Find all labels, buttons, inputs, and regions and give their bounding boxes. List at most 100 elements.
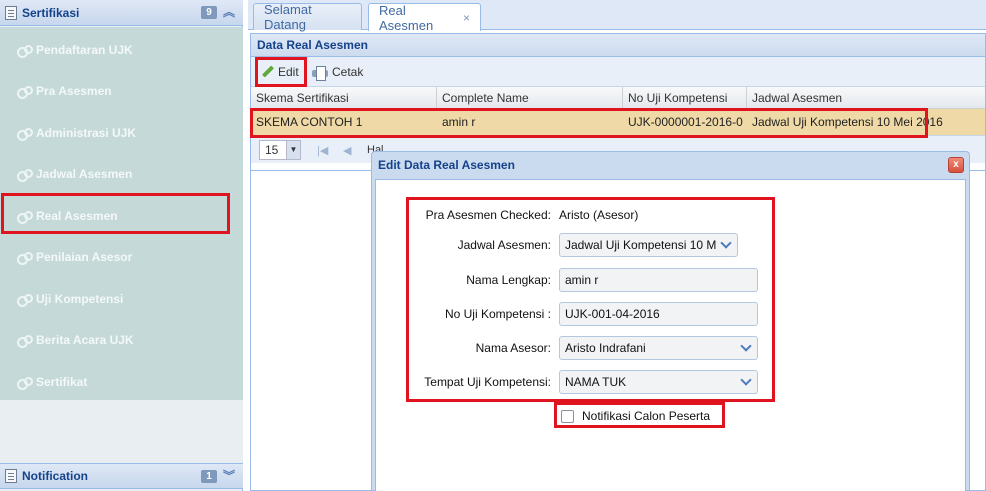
double-chevron-down-icon[interactable]: ︾ bbox=[223, 469, 235, 483]
table-cell: amin r bbox=[442, 115, 476, 129]
sidebar-item-label: Uji Kompetensi bbox=[36, 292, 124, 306]
notification-panel-header[interactable]: Notification 1 ︾ bbox=[0, 463, 243, 489]
nama-asesor-row: Nama Asesor: Aristo Indrafani bbox=[376, 336, 967, 360]
sidebar-item-administrasi-ujk[interactable]: Administrasi UJK bbox=[0, 114, 243, 152]
table-cell: Jadwal Uji Kompetensi 10 Mei 2016 bbox=[752, 115, 943, 129]
sertifikasi-panel-title: Sertifikasi bbox=[22, 5, 80, 20]
nama-lengkap-label: Nama Lengkap: bbox=[466, 273, 551, 287]
gear-icon bbox=[17, 85, 33, 99]
gear-icon bbox=[17, 376, 33, 390]
gear-icon bbox=[17, 44, 33, 58]
chevron-down-icon[interactable] bbox=[739, 374, 753, 388]
tab-bar: Selamat Datang Real Asesmen × bbox=[248, 0, 986, 33]
jadwal-asesmen-row: Jadwal Asesmen: Jadwal Uji Kompetensi 10… bbox=[376, 233, 967, 257]
gear-icon bbox=[17, 168, 33, 182]
no-uji-kompetensi-row: No Uji Kompetensi : UJK-001-04-2016 bbox=[376, 302, 967, 326]
column-header-skema[interactable]: Skema Sertifikasi bbox=[251, 87, 437, 109]
sidebar-item-pra-asesmen[interactable]: Pra Asesmen bbox=[0, 72, 243, 110]
nama-lengkap-row: Nama Lengkap: amin r bbox=[376, 268, 967, 292]
nama-asesor-label: Nama Asesor: bbox=[475, 341, 551, 355]
sidebar-item-jadwal-asesmen[interactable]: Jadwal Asesmen bbox=[0, 155, 243, 193]
sidebar-item-label: Pendaftaran UJK bbox=[36, 43, 133, 57]
grid-title: Data Real Asesmen bbox=[251, 34, 985, 57]
document-icon bbox=[5, 5, 17, 20]
table-cell: SKEMA CONTOH 1 bbox=[256, 115, 363, 129]
notification-panel-title: Notification bbox=[22, 469, 88, 483]
gear-icon bbox=[17, 210, 33, 224]
table-row[interactable]: SKEMA CONTOH 1 amin r UJK-0000001-2016-0… bbox=[251, 109, 985, 135]
previous-page-icon[interactable]: ◀ bbox=[343, 144, 351, 157]
sidebar-item-label: Berita Acara UJK bbox=[36, 333, 134, 347]
printer-icon bbox=[312, 65, 328, 81]
sidebar-item-penilaian-asesor[interactable]: Penilaian Asesor bbox=[0, 238, 243, 276]
no-uji-kompetensi-field[interactable]: UJK-001-04-2016 bbox=[559, 302, 758, 326]
tempat-uji-row: Tempat Uji Kompetensi: NAMA TUK bbox=[376, 370, 967, 394]
grid-toolbar: Edit Cetak bbox=[251, 57, 985, 87]
tab-real-asesmen[interactable]: Real Asesmen × bbox=[368, 2, 481, 33]
sidebar-item-label: Pra Asesmen bbox=[36, 84, 112, 98]
edit-button[interactable]: Edit bbox=[259, 61, 302, 83]
print-button[interactable]: Cetak bbox=[309, 61, 366, 83]
no-uji-kompetensi-label: No Uji Kompetensi : bbox=[444, 307, 551, 321]
sidebar-item-real-asesmen[interactable]: Real Asesmen bbox=[0, 197, 243, 235]
first-page-icon[interactable]: |◀ bbox=[317, 144, 328, 157]
sidebar-item-label: Administrasi UJK bbox=[36, 126, 137, 140]
dialog-title: Edit Data Real Asesmen bbox=[378, 158, 515, 172]
sidebar-item-sertifikat[interactable]: Sertifikat bbox=[0, 363, 243, 401]
jadwal-asesmen-select[interactable]: Jadwal Uji Kompetensi 10 M bbox=[559, 233, 738, 257]
gear-icon bbox=[17, 334, 33, 348]
jadwal-asesmen-value: Jadwal Uji Kompetensi 10 M bbox=[565, 238, 717, 252]
double-chevron-up-icon[interactable]: ︽ bbox=[223, 5, 235, 19]
sidebar-item-label: Real Asesmen bbox=[36, 209, 118, 223]
tempat-uji-value: NAMA TUK bbox=[565, 375, 627, 389]
page-size-select[interactable]: 15 ▼ bbox=[259, 140, 301, 160]
chevron-down-icon[interactable] bbox=[739, 340, 753, 354]
sertifikasi-count-badge: 9 bbox=[201, 6, 217, 19]
sertifikasi-menu: Pendaftaran UJK Pra Asesmen Administrasi… bbox=[0, 27, 243, 400]
dialog-body: Pra Asesmen Checked: Aristo (Asesor) Jad… bbox=[375, 179, 966, 491]
print-button-label: Cetak bbox=[332, 65, 364, 79]
column-header-no-uji[interactable]: No Uji Kompetensi bbox=[623, 87, 747, 109]
sidebar-item-label: Jadwal Asesmen bbox=[36, 167, 133, 181]
sidebar-item-label: Penilaian Asesor bbox=[36, 250, 133, 264]
nama-asesor-value: Aristo Indrafani bbox=[565, 341, 646, 355]
sidebar-item-uji-kompetensi[interactable]: Uji Kompetensi bbox=[0, 280, 243, 318]
sertifikasi-panel-header[interactable]: Sertifikasi 9 ︽ bbox=[0, 0, 243, 26]
column-header-jadwal[interactable]: Jadwal Asesmen bbox=[747, 87, 986, 109]
nama-asesor-select[interactable]: Aristo Indrafani bbox=[559, 336, 758, 360]
notifikasi-checkbox-row[interactable]: Notifikasi Calon Peserta bbox=[561, 406, 710, 426]
grid-header: Skema Sertifikasi Complete Name No Uji K… bbox=[251, 87, 985, 109]
document-icon bbox=[5, 469, 17, 483]
pra-asesmen-value: Aristo (Asesor) bbox=[559, 208, 639, 222]
sidebar-item-pendaftaran-ujk[interactable]: Pendaftaran UJK bbox=[0, 31, 243, 69]
jadwal-asesmen-label: Jadwal Asesmen: bbox=[457, 238, 551, 252]
gear-icon bbox=[17, 293, 33, 307]
pra-asesmen-label: Pra Asesmen Checked: bbox=[425, 208, 551, 222]
sidebar: Sertifikasi 9 ︽ Pendaftaran UJK Pra Ases… bbox=[0, 0, 243, 491]
chevron-down-icon[interactable]: ▼ bbox=[286, 141, 300, 159]
pra-asesmen-row: Pra Asesmen Checked: Aristo (Asesor) bbox=[376, 203, 967, 227]
tab-label: Real Asesmen bbox=[379, 2, 434, 33]
edit-button-label: Edit bbox=[278, 65, 299, 79]
sidebar-item-berita-acara-ujk[interactable]: Berita Acara UJK bbox=[0, 321, 243, 359]
notifikasi-checkbox[interactable] bbox=[561, 409, 574, 423]
edit-real-asesmen-dialog: Edit Data Real Asesmen x Pra Asesmen Che… bbox=[371, 151, 970, 491]
notification-count-badge: 1 bbox=[201, 470, 217, 483]
nama-lengkap-field[interactable]: amin r bbox=[559, 268, 758, 292]
tempat-uji-select[interactable]: NAMA TUK bbox=[559, 370, 758, 394]
tab-label: Selamat Datang bbox=[264, 2, 312, 32]
chevron-down-icon[interactable] bbox=[719, 237, 733, 251]
tab-selamat-datang[interactable]: Selamat Datang bbox=[253, 2, 362, 32]
close-icon[interactable]: × bbox=[463, 11, 470, 25]
gear-icon bbox=[17, 251, 33, 265]
tempat-uji-label: Tempat Uji Kompetensi: bbox=[424, 375, 551, 389]
sidebar-empty-area bbox=[0, 400, 243, 463]
close-icon[interactable]: x bbox=[948, 157, 964, 173]
gear-icon bbox=[17, 127, 33, 141]
sidebar-item-label: Sertifikat bbox=[36, 375, 88, 389]
page-size-value: 15 bbox=[265, 143, 279, 157]
notifikasi-checkbox-label: Notifikasi Calon Peserta bbox=[582, 409, 711, 423]
table-cell: UJK-0000001-2016-0 bbox=[628, 115, 743, 129]
column-header-complete-name[interactable]: Complete Name bbox=[437, 87, 623, 109]
pencil-icon bbox=[262, 66, 274, 78]
